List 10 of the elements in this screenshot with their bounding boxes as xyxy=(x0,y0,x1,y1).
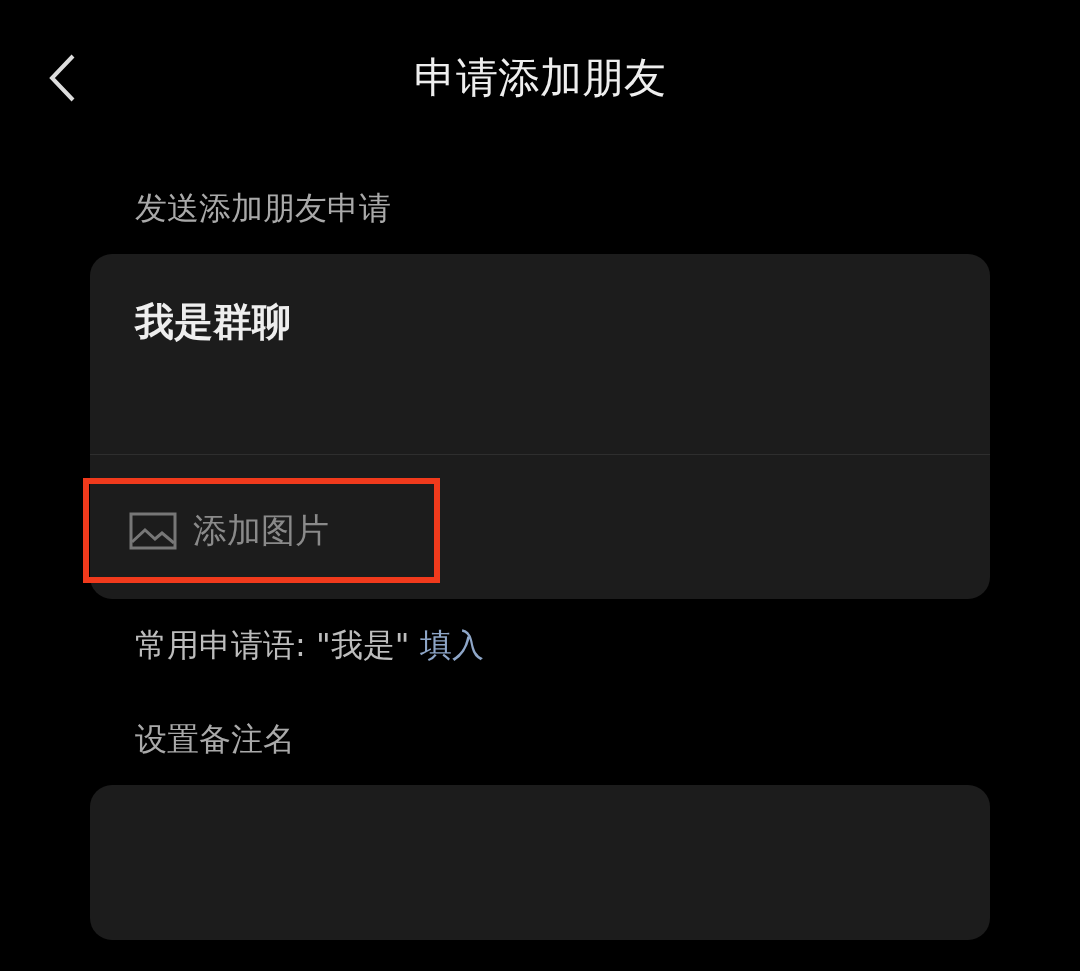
image-icon xyxy=(129,511,177,550)
back-icon xyxy=(47,53,77,103)
page-title: 申请添加朋友 xyxy=(414,56,666,99)
section-label: 发送添加朋友申请 xyxy=(135,192,392,224)
add-image-button[interactable]: 添加图片 xyxy=(83,478,440,583)
section-label: 设置备注名 xyxy=(135,723,296,755)
fill-in-link[interactable]: 填入 xyxy=(419,626,484,664)
remark-input-field[interactable] xyxy=(90,785,990,940)
common-phrase-text: 常用申请语: "我是" xyxy=(135,626,410,664)
request-message-field[interactable]: 我是群聊 xyxy=(135,299,291,344)
